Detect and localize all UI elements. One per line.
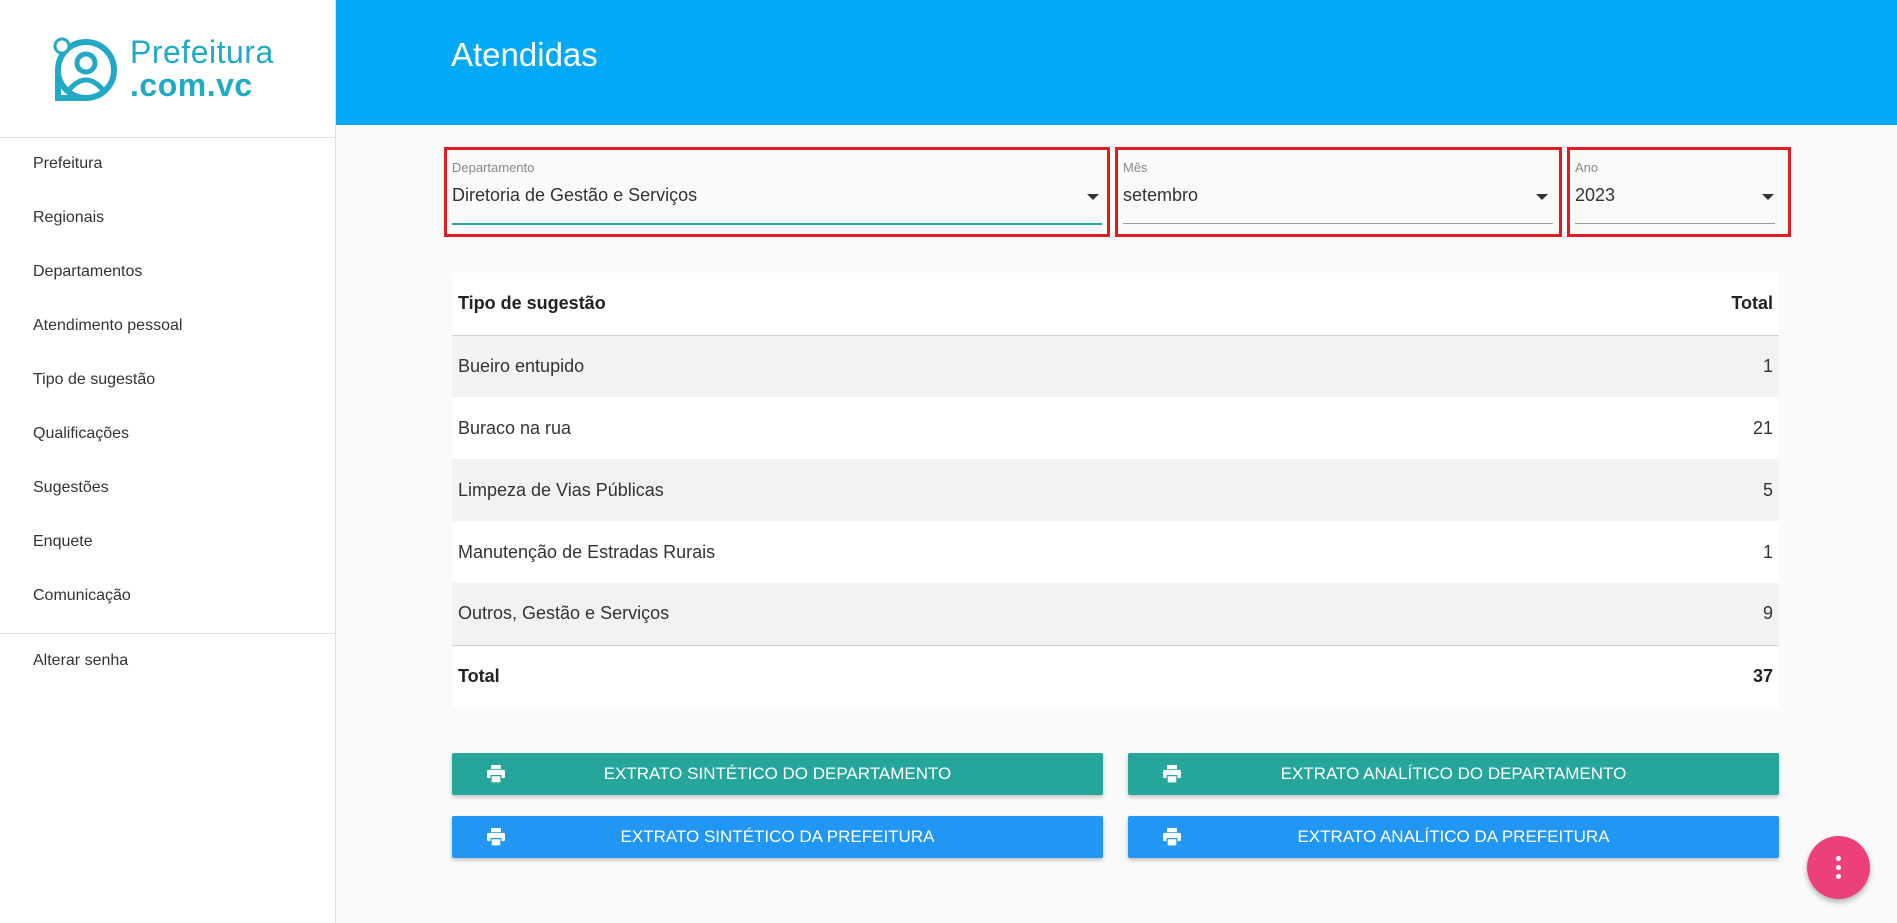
mes-label: Mês [1123, 160, 1148, 175]
sidebar-item-prefeitura[interactable]: Prefeitura [0, 137, 336, 191]
table-row: Limpeza de Vias Públicas 5 [452, 459, 1779, 521]
extrato-sintetico-prefeitura-button[interactable]: EXTRATO SINTÉTICO DA PREFEITURA [452, 816, 1103, 858]
brand-name: Prefeitura .com.vc [130, 36, 274, 102]
print-icon [1163, 765, 1181, 783]
sidebar: Prefeitura .com.vc Prefeitura Regionais … [0, 0, 336, 923]
departamento-select[interactable]: Departamento Diretoria de Gestão e Servi… [444, 147, 1110, 237]
sidebar-item-tipo-de-sugestao[interactable]: Tipo de sugestão [0, 353, 336, 407]
cell-tipo: Buraco na rua [452, 397, 1559, 459]
departamento-label: Departamento [452, 160, 535, 175]
extrato-analitico-departamento-button[interactable]: EXTRATO ANALÍTICO DO DEPARTAMENTO [1128, 753, 1779, 795]
cell-tipo: Outros, Gestão e Serviços [452, 583, 1559, 645]
column-header-tipo: Tipo de sugestão [452, 273, 1559, 336]
sidebar-item-comunicacao[interactable]: Comunicação [0, 569, 336, 623]
cell-tipo: Limpeza de Vias Públicas [452, 459, 1559, 521]
cell-tipo: Bueiro entupido [452, 335, 1559, 397]
chevron-down-icon [1087, 194, 1099, 200]
chevron-down-icon [1762, 194, 1774, 200]
table-footer-row: Total 37 [452, 644, 1779, 707]
sidebar-item-regionais[interactable]: Regionais [0, 191, 336, 245]
ano-value: 2023 [1575, 185, 1616, 205]
page-header: Atendidas [336, 0, 1897, 125]
table-row: Manutenção de Estradas Rurais 1 [452, 521, 1779, 583]
cell-total: 1 [1558, 335, 1779, 397]
table-row: Outros, Gestão e Serviços 9 [452, 583, 1779, 645]
sidebar-item-atendimento-pessoal[interactable]: Atendimento pessoal [0, 299, 336, 353]
sidebar-item-sugestoes[interactable]: Sugestões [0, 461, 336, 515]
sidebar-nav-bottom: Alterar senha [0, 634, 336, 688]
brand-logo[interactable]: Prefeitura .com.vc [52, 34, 292, 106]
extrato-sintetico-prefeitura-label: EXTRATO SINTÉTICO DA PREFEITURA [620, 827, 935, 846]
brand-line1: Prefeitura [130, 34, 274, 70]
cell-total: 9 [1558, 583, 1779, 645]
extrato-analitico-departamento-label: EXTRATO ANALÍTICO DO DEPARTAMENTO [1280, 764, 1627, 783]
sidebar-item-enquete[interactable]: Enquete [0, 515, 336, 569]
brand-line2: .com.vc [130, 67, 253, 103]
sugestoes-table: Tipo de sugestão Total Bueiro entupido 1… [452, 273, 1779, 707]
mes-value: setembro [1123, 185, 1199, 205]
cell-total: 21 [1558, 397, 1779, 459]
mes-underline [1123, 223, 1553, 224]
extrato-sintetico-departamento-label: EXTRATO SINTÉTICO DO DEPARTAMENTO [603, 764, 952, 783]
ano-label: Ano [1575, 160, 1599, 175]
cell-total: 1 [1558, 521, 1779, 583]
ano-underline [1575, 223, 1775, 224]
user-circle-logo-icon [53, 37, 117, 101]
table-row: Bueiro entupido 1 [452, 335, 1779, 397]
page-title: Atendidas [451, 36, 598, 73]
sidebar-item-alterar-senha[interactable]: Alterar senha [0, 634, 336, 688]
footer-total-label: Total [452, 644, 1559, 707]
cell-total: 5 [1558, 459, 1779, 521]
extrato-analitico-prefeitura-button[interactable]: EXTRATO ANALÍTICO DA PREFEITURA [1128, 816, 1779, 858]
cell-tipo: Manutenção de Estradas Rurais [452, 521, 1559, 583]
sidebar-nav: Prefeitura Regionais Departamentos Atend… [0, 137, 336, 623]
print-icon [487, 828, 505, 846]
footer-total-value: 37 [1558, 644, 1779, 707]
table-header-row: Tipo de sugestão Total [452, 273, 1779, 336]
extrato-sintetico-departamento-button[interactable]: EXTRATO SINTÉTICO DO DEPARTAMENTO [452, 753, 1103, 795]
print-icon [487, 765, 505, 783]
print-icon [1163, 828, 1181, 846]
departamento-value: Diretoria de Gestão e Serviços [452, 185, 698, 205]
sidebar-item-qualificacoes[interactable]: Qualificações [0, 407, 336, 461]
chevron-down-icon [1536, 194, 1548, 200]
extrato-analitico-prefeitura-label: EXTRATO ANALÍTICO DA PREFEITURA [1297, 827, 1610, 846]
more-actions-fab[interactable] [1807, 836, 1870, 899]
ano-select[interactable]: Ano 2023 [1567, 147, 1791, 237]
table-row: Buraco na rua 21 [452, 397, 1779, 459]
column-header-total: Total [1558, 273, 1779, 336]
sidebar-item-departamentos[interactable]: Departamentos [0, 245, 336, 299]
mes-select[interactable]: Mês setembro [1115, 147, 1562, 237]
departamento-underline [452, 223, 1102, 225]
